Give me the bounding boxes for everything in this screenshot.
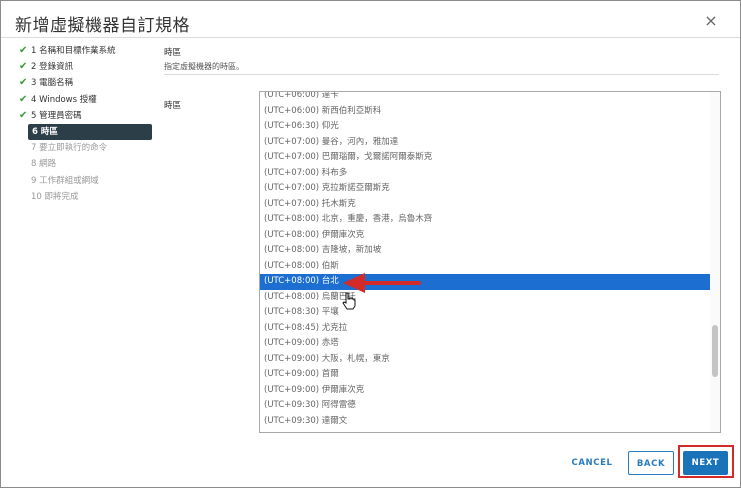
check-icon: ✔ (19, 93, 28, 105)
check-icon: ✔ (19, 109, 28, 121)
timezone-option[interactable]: (UTC+09:30) 達爾文 (260, 414, 711, 430)
step-label: 3 電腦名稱 (31, 78, 74, 89)
timezone-option[interactable]: (UTC+08:00) 伯斯 (260, 259, 711, 275)
wizard-steps: ✔ 1 名稱和目標作業系統 ✔ 2 登錄資訊 ✔ 3 電腦名稱 ✔ 4 Windows … (19, 43, 153, 205)
next-button-highlight (678, 445, 734, 478)
timezone-option[interactable]: (UTC+09:00) 伊爾庫次克 (260, 383, 711, 399)
step-label: 6 時區 (32, 127, 58, 138)
step-1[interactable]: ✔ 1 名稱和目標作業系統 (19, 43, 153, 59)
cancel-button[interactable]: CANCEL (567, 451, 617, 475)
step-label: 7 要立即執行的命令 (31, 143, 108, 154)
close-icon[interactable]: × (701, 11, 721, 31)
timezone-option-selected[interactable]: (UTC+08:00) 台北 (260, 274, 711, 290)
timezone-option[interactable]: (UTC+09:00) 赤塔 (260, 336, 711, 352)
timezone-option[interactable]: (UTC+07:00) 巴爾瑙爾，戈爾諾阿爾泰斯克 (260, 150, 711, 166)
timezone-option[interactable]: (UTC+07:00) 曼谷，河內，雅加達 (260, 135, 711, 151)
step-label: 2 登錄資訊 (31, 62, 74, 73)
check-icon: ✔ (19, 61, 28, 73)
timezone-option[interactable]: (UTC+07:00) 科布多 (260, 166, 711, 182)
listbox-scrollbar[interactable] (710, 92, 720, 432)
scroll-thumb[interactable] (712, 325, 718, 377)
timezone-option[interactable]: (UTC+06:30) 仰光 (260, 119, 711, 135)
check-icon: ✔ (19, 45, 28, 57)
timezone-listbox[interactable]: (UTC+06:00) 達卡 (UTC+06:00) 新西伯利亞斯科 (UTC+06… (259, 91, 721, 433)
step-4[interactable]: ✔ 4 Windows 授權 (19, 92, 153, 108)
timezone-option[interactable]: (UTC+06:00) 新西伯利亞斯科 (260, 104, 711, 120)
timezone-option[interactable]: (UTC+07:00) 克拉斯諾亞爾斯克 (260, 181, 711, 197)
step-3[interactable]: ✔ 3 電腦名稱 (19, 75, 153, 91)
back-button[interactable]: BACK (628, 451, 674, 475)
header-divider (1, 37, 740, 38)
timezone-option[interactable]: (UTC+08:30) 平壤 (260, 305, 711, 321)
section-description: 指定虛擬機器的時區。 (164, 62, 244, 71)
timezone-option[interactable]: (UTC+08:00) 烏蘭巴托 (260, 290, 711, 306)
timezone-option[interactable]: (UTC+09:00) 大阪，札幌，東京 (260, 352, 711, 368)
step-label: 1 名稱和目標作業系統 (31, 46, 116, 57)
step-label: 5 管理員密碼 (31, 110, 82, 121)
section-title: 時區 (164, 48, 182, 58)
hand-cursor-icon (342, 292, 356, 310)
customization-spec-dialog: 新增虛擬機器自訂規格 × ✔ 1 名稱和目標作業系統 ✔ 2 登錄資訊 ✔ 3 電腦名… (0, 0, 741, 488)
timezone-option[interactable]: (UTC+08:45) 尤克拉 (260, 321, 711, 337)
timezone-option[interactable]: (UTC+06:00) 達卡 (260, 92, 711, 104)
step-8: 8 網路 (19, 156, 153, 172)
timezone-option[interactable]: (UTC+07:00) 托木斯克 (260, 197, 711, 213)
timezone-option[interactable]: (UTC+09:00) 首爾 (260, 367, 711, 383)
timezone-option[interactable]: (UTC+08:00) 伊爾庫次克 (260, 228, 711, 244)
step-5[interactable]: ✔ 5 管理員密碼 (19, 108, 153, 124)
step-label: 10 即將完成 (31, 191, 79, 202)
step-label: 4 Windows 授權 (31, 94, 97, 105)
section-divider (164, 74, 719, 75)
step-9: 9 工作群組或網域 (19, 173, 153, 189)
timezone-label: 時區 (164, 101, 182, 111)
step-label: 8 網路 (31, 159, 57, 170)
step-7: 7 要立即執行的命令 (19, 140, 153, 156)
timezone-option[interactable]: (UTC+09:30) 阿得雷德 (260, 398, 711, 414)
step-10: 10 即將完成 (19, 189, 153, 205)
step-6-active[interactable]: 6 時區 (28, 123, 152, 141)
dialog-title: 新增虛擬機器自訂規格 (15, 16, 190, 36)
timezone-option[interactable]: (UTC+08:00) 北京，重慶，香港，烏魯木齊 (260, 212, 711, 228)
check-icon: ✔ (19, 77, 28, 89)
timezone-option[interactable]: (UTC+08:00) 吉隆坡，新加坡 (260, 243, 711, 259)
step-2[interactable]: ✔ 2 登錄資訊 (19, 59, 153, 75)
step-label: 9 工作群組或網域 (31, 175, 99, 186)
